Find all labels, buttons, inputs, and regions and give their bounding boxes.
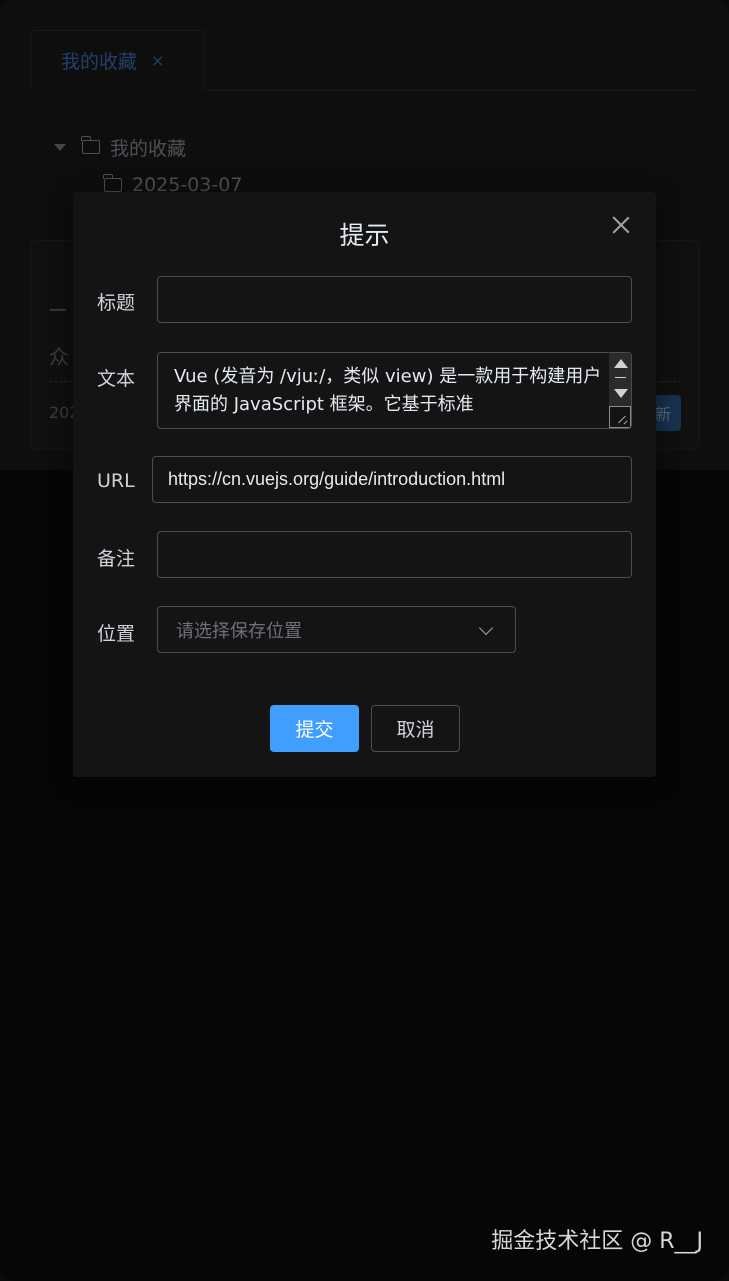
location-select-placeholder: 请选择保存位置 bbox=[176, 620, 302, 642]
title-field-wrapper bbox=[157, 276, 632, 323]
note-field-wrapper bbox=[157, 531, 632, 578]
url-label: URL bbox=[97, 470, 135, 492]
scroll-up-icon[interactable] bbox=[614, 359, 628, 368]
close-icon[interactable] bbox=[612, 216, 630, 234]
text-textarea[interactable]: Vue (发音为 /vjuː/，类似 view) 是一款用于构建用户界面的 Ja… bbox=[157, 352, 632, 429]
submit-button-label: 提交 bbox=[295, 719, 334, 741]
watermark: 掘金技术社区 @ R__J bbox=[491, 1229, 703, 1254]
title-label: 标题 bbox=[97, 292, 136, 314]
location-select[interactable]: 请选择保存位置 bbox=[157, 606, 516, 653]
submit-button[interactable]: 提交 bbox=[270, 705, 359, 752]
resize-handle-icon[interactable] bbox=[609, 406, 631, 428]
location-label: 位置 bbox=[97, 623, 136, 645]
prompt-dialog: 提示 标题 文本 Vue (发音为 /vjuː/，类似 view) 是一款用于构… bbox=[73, 192, 656, 777]
note-label: 备注 bbox=[97, 548, 136, 570]
dialog-title: 提示 bbox=[339, 221, 390, 250]
app-window: 我的收藏 × 我的收藏 2025-03-07 — 众 202 新 提示 标题 文… bbox=[0, 0, 729, 1281]
cancel-button[interactable]: 取消 bbox=[371, 705, 460, 752]
title-input[interactable] bbox=[158, 277, 631, 322]
url-field-wrapper bbox=[152, 456, 632, 503]
chevron-down-icon bbox=[478, 620, 494, 636]
scroll-thumb[interactable] bbox=[615, 377, 626, 378]
note-input[interactable] bbox=[158, 532, 631, 577]
text-label: 文本 bbox=[97, 368, 136, 390]
text-textarea-content: Vue (发音为 /vjuː/，类似 view) 是一款用于构建用户界面的 Ja… bbox=[174, 366, 602, 415]
scroll-down-icon[interactable] bbox=[614, 389, 628, 398]
cancel-button-label: 取消 bbox=[396, 719, 435, 741]
url-input[interactable] bbox=[153, 457, 631, 502]
